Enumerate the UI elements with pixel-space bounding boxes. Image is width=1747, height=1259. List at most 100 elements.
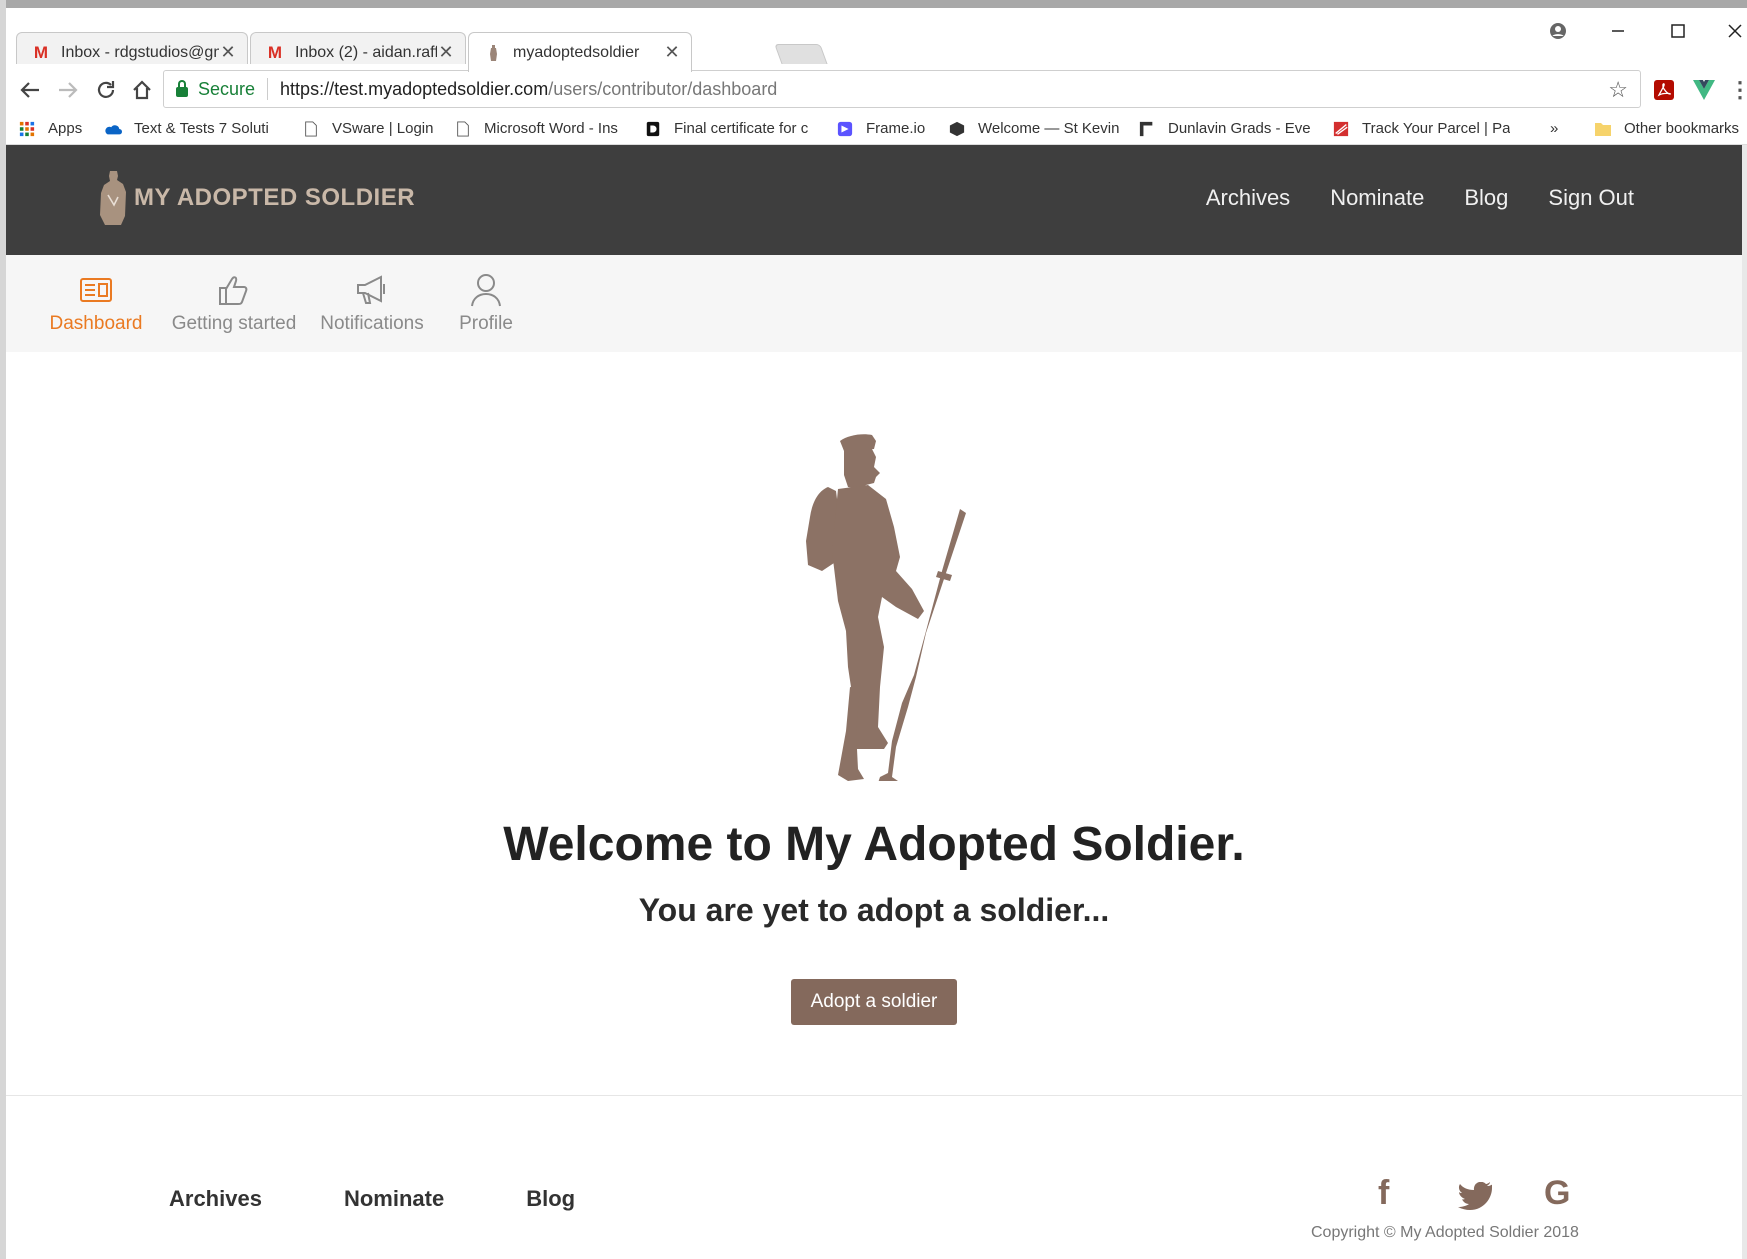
site-footer: Archives Nominate Blog f G Copyright © M… [6, 1096, 1742, 1259]
lock-icon [176, 80, 188, 97]
bookmark-label: Dunlavin Grads - Eve [1168, 120, 1311, 137]
bookmark-label: Welcome — St Kevin [978, 120, 1120, 137]
nav-archives[interactable]: Archives [1206, 185, 1290, 211]
megaphone-icon [357, 275, 385, 304]
footer-link-blog[interactable]: Blog [526, 1186, 575, 1212]
close-icon[interactable]: ✕ [663, 42, 681, 63]
page-icon [457, 120, 469, 137]
browser-menu-icon[interactable]: ⋮ [1726, 76, 1747, 104]
footer-nav: Archives Nominate Blog [169, 1186, 575, 1212]
subnav-getting-started[interactable]: Getting started [164, 273, 304, 335]
dashboard-subnav: Dashboard Getting started Notifications … [6, 255, 1742, 352]
subnav-dashboard[interactable]: Dashboard [46, 273, 146, 335]
main-nav: Archives Nominate Blog Sign Out [1206, 185, 1634, 211]
bookmark-label: Apps [48, 120, 83, 137]
d-icon [646, 121, 660, 136]
bookmark-label: Microsoft Word - Ins [484, 120, 618, 137]
subnav-label: Profile [459, 313, 513, 334]
tab-title: myadoptedsoldier [513, 43, 640, 61]
gmail-icon: M [267, 42, 283, 62]
minimize-icon[interactable] [1596, 16, 1640, 46]
back-icon[interactable] [14, 74, 46, 106]
address-bar[interactable]: Secure https://test.myadoptedsoldier.com… [163, 70, 1641, 108]
url-host: https://test.myadoptedsoldier.com [280, 78, 549, 99]
square-icon [1139, 121, 1153, 136]
bookmark-star-icon[interactable]: ☆ [1608, 77, 1628, 103]
bookmark-final-certificate[interactable]: Final certificate for c [644, 120, 826, 137]
footer-link-archives[interactable]: Archives [169, 1186, 262, 1212]
site-header: MY ADOPTED SOLDIER Archives Nominate Blo… [6, 145, 1742, 255]
tab-title: Inbox - rdgstudios@gma [61, 43, 219, 61]
bookmark-vsware[interactable]: VSware | Login [302, 120, 447, 137]
nav-nominate[interactable]: Nominate [1330, 185, 1424, 211]
bookmark-frameio[interactable]: Frame.io [836, 120, 946, 137]
close-icon[interactable]: ✕ [437, 42, 455, 63]
bookmark-dunlavin[interactable]: Dunlavin Grads - Eve [1138, 120, 1322, 137]
user-icon [471, 274, 501, 307]
bookmark-label: Frame.io [866, 120, 926, 137]
close-window-icon[interactable] [1713, 16, 1747, 46]
window-frame-top [0, 0, 1747, 8]
account-icon[interactable] [1536, 16, 1580, 46]
folder-icon [1595, 122, 1611, 136]
subnav-notifications[interactable]: Notifications [312, 273, 432, 335]
frameio-icon [837, 121, 853, 136]
home-icon[interactable] [126, 74, 158, 106]
acrobat-extension-icon[interactable] [1650, 76, 1678, 104]
welcome-heading: Welcome to My Adopted Soldier. [503, 818, 1245, 871]
dashboard-main: Welcome to My Adopted Soldier. You are y… [6, 352, 1742, 1095]
copyright-text: Copyright © My Adopted Soldier 2018 [1311, 1224, 1579, 1241]
welcome-subheading: You are yet to adopt a soldier... [638, 892, 1110, 928]
bookmark-text-tests[interactable]: Text & Tests 7 Soluti [104, 120, 282, 137]
browser-toolbar: Secure https://test.myadoptedsoldier.com… [6, 64, 1747, 117]
logo-text: MY ADOPTED SOLDIER [134, 184, 416, 211]
secure-label: Secure [198, 78, 256, 99]
soldier-logo-icon [100, 171, 126, 225]
bookmarks-more[interactable]: » [1550, 120, 1558, 137]
subnav-label: Notifications [320, 313, 424, 334]
apps-grid-icon [19, 121, 35, 136]
bookmark-word[interactable]: Microsoft Word - Ins [454, 120, 634, 137]
nav-blog[interactable]: Blog [1464, 185, 1508, 211]
nav-sign-out[interactable]: Sign Out [1548, 185, 1634, 211]
forward-icon[interactable] [52, 74, 84, 106]
adopt-soldier-button[interactable]: Adopt a soldier [791, 979, 957, 1025]
subnav-label: Getting started [171, 313, 297, 334]
facebook-icon[interactable]: f [1378, 1174, 1389, 1213]
soldier-favicon [483, 44, 503, 61]
address-separator [267, 78, 269, 100]
vue-extension-icon[interactable] [1690, 76, 1718, 104]
footer-link-nominate[interactable]: Nominate [344, 1186, 444, 1212]
bookmark-apps[interactable]: Apps [18, 120, 82, 137]
bookmark-label: Final certificate for c [674, 120, 809, 137]
twitter-icon[interactable] [1458, 1180, 1495, 1219]
gmail-icon: M [33, 42, 49, 62]
bookmark-track-parcel[interactable]: Track Your Parcel | Pa [1332, 120, 1522, 137]
soldier-silhouette-icon [806, 434, 966, 781]
maximize-icon[interactable] [1656, 16, 1700, 46]
dashboard-icon [80, 278, 112, 302]
bookmark-st-kevin[interactable]: Welcome — St Kevin [948, 120, 1128, 137]
bookmark-other[interactable]: Other bookmarks [1594, 120, 1739, 137]
subnav-label: Dashboard [49, 313, 143, 334]
site-logo[interactable]: MY ADOPTED SOLDIER [96, 169, 415, 227]
page-icon [305, 120, 317, 137]
page-scrollbar[interactable] [1742, 145, 1747, 1259]
bookmark-label: Track Your Parcel | Pa [1362, 120, 1511, 137]
cloud-icon [105, 124, 122, 134]
more-icon: » [1550, 120, 1559, 137]
reload-icon[interactable] [90, 74, 122, 106]
bookmark-label: VSware | Login [332, 120, 434, 137]
subnav-profile[interactable]: Profile [446, 273, 526, 335]
bookmark-label: Text & Tests 7 Soluti [134, 120, 269, 137]
bookmarks-bar: Apps Text & Tests 7 Soluti VSware | Logi… [6, 116, 1747, 145]
tab-title: Inbox (2) - aidan.rafferty( [295, 43, 437, 61]
parcel-icon [1333, 121, 1349, 136]
tab-strip: M Inbox - rdgstudios@gma ✕ M Inbox (2) -… [6, 8, 1747, 72]
url-path: /users/contributor/dashboard [548, 78, 778, 99]
browser-tab-active[interactable]: myadoptedsoldier ✕ [468, 32, 692, 72]
google-icon[interactable]: G [1544, 1174, 1570, 1213]
bookmark-label: Other bookmarks [1624, 120, 1740, 137]
close-icon[interactable]: ✕ [219, 42, 237, 63]
thumbs-up-icon [219, 276, 248, 305]
